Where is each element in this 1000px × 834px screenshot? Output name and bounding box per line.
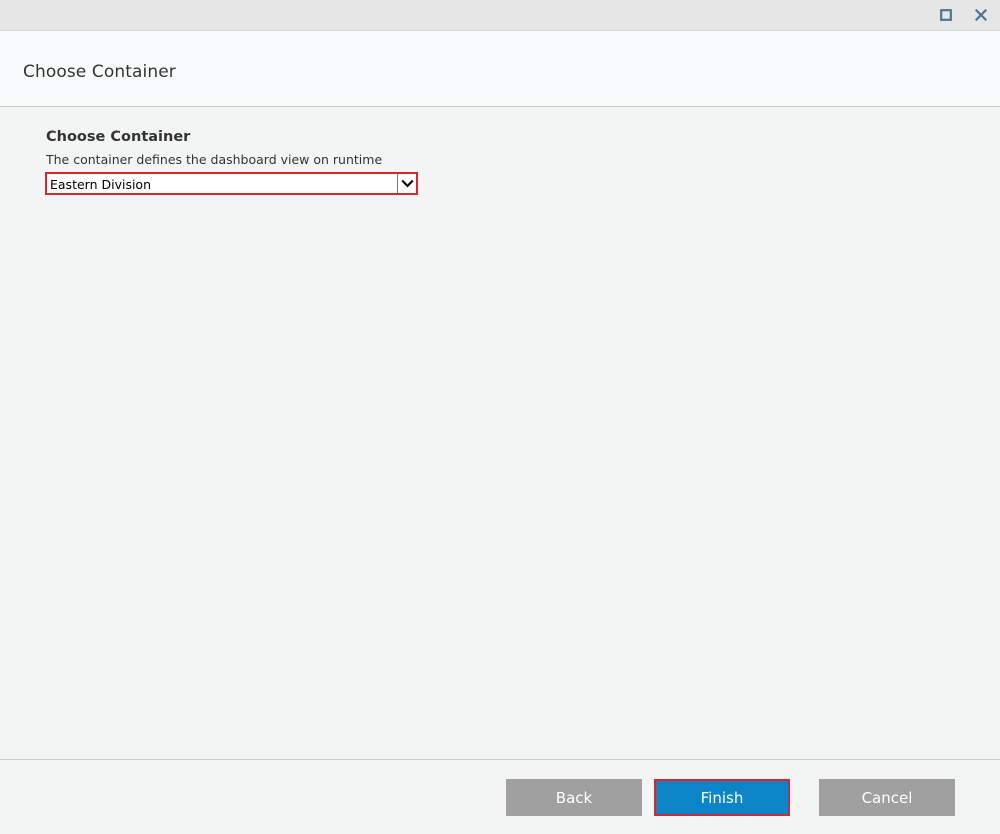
title-bar xyxy=(0,0,1000,31)
maximize-button[interactable] xyxy=(935,4,957,26)
dialog-header: Choose Container xyxy=(0,31,1000,107)
dialog-footer: Back Finish Cancel xyxy=(0,759,1000,834)
section-heading: Choose Container xyxy=(46,129,191,145)
dialog-window: Choose Container Choose Container The co… xyxy=(0,0,1000,834)
container-select[interactable]: Eastern Division xyxy=(45,172,418,195)
finish-button[interactable]: Finish xyxy=(654,779,790,816)
section-description: The container defines the dashboard view… xyxy=(46,152,383,167)
close-button[interactable] xyxy=(970,4,992,26)
select-dropdown-button[interactable] xyxy=(397,174,416,193)
close-icon xyxy=(975,9,987,21)
dialog-content: Choose Container The container defines t… xyxy=(0,107,1000,759)
page-title: Choose Container xyxy=(23,62,176,82)
cancel-button[interactable]: Cancel xyxy=(819,779,955,816)
container-select-value: Eastern Division xyxy=(50,177,152,192)
chevron-down-icon xyxy=(400,179,414,188)
maximize-icon xyxy=(940,9,952,21)
back-button[interactable]: Back xyxy=(506,779,642,816)
